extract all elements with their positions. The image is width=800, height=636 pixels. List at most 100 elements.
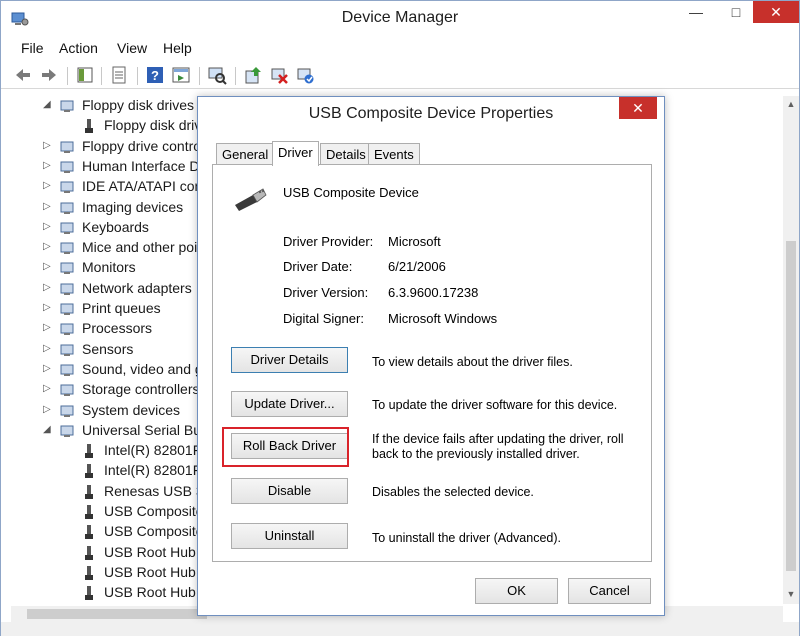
close-button[interactable]: ✕ xyxy=(753,1,799,23)
usb-plug-icon xyxy=(235,188,267,211)
tree-item[interactable]: ▷ Floppy drive contro xyxy=(11,137,211,157)
tree-item[interactable]: ▷ IDE ATA/ATAPI contr xyxy=(11,177,211,197)
device-icon xyxy=(85,484,93,499)
maximize-button[interactable]: □ xyxy=(719,1,753,23)
update-driver-desc: To update the driver software for this d… xyxy=(372,398,618,412)
tree-item-label: Processors xyxy=(82,320,153,337)
device-icon xyxy=(85,119,93,134)
scrollbar-thumb[interactable] xyxy=(786,241,796,571)
collapsed-arrow-icon[interactable]: ▷ xyxy=(43,302,53,313)
driver-version-value: 6.3.9600.17238 xyxy=(388,285,479,300)
toolbar-separator xyxy=(67,67,68,85)
show-hide-tree-icon[interactable] xyxy=(75,65,95,85)
tree-item[interactable]: ▷ System devices xyxy=(11,401,211,421)
collapsed-arrow-icon[interactable]: ▷ xyxy=(43,221,53,232)
tree-item[interactable]: Intel(R) 82801FB xyxy=(11,461,211,481)
collapsed-arrow-icon[interactable]: ▷ xyxy=(43,201,53,212)
vertical-scrollbar[interactable]: ▲ ▼ xyxy=(783,96,799,604)
tree-item[interactable]: ▷ Mice and other poi xyxy=(11,238,211,258)
tree-item[interactable]: ▷ Sensors xyxy=(11,340,211,360)
device-icon xyxy=(85,525,93,540)
tree-item[interactable]: ▷ Sound, video and ga xyxy=(11,360,211,380)
back-arrow-icon[interactable] xyxy=(13,65,33,85)
view-icon[interactable] xyxy=(171,65,191,85)
title-bar: Device Manager — □ ✕ xyxy=(1,1,799,37)
driver-tab-panel: USB Composite Device Driver Provider: Mi… xyxy=(212,164,652,562)
scroll-up-arrow-icon[interactable]: ▲ xyxy=(783,96,799,112)
tree-item[interactable]: Intel(R) 82801FB xyxy=(11,441,211,461)
tab-events[interactable]: Events xyxy=(368,143,420,165)
tree-item[interactable]: ▷ Print queues xyxy=(11,299,211,319)
uninstall-icon[interactable] xyxy=(269,65,289,85)
tree-item-label: Print queues xyxy=(82,300,161,316)
collapsed-arrow-icon[interactable]: ▷ xyxy=(43,180,53,191)
roll-back-driver-desc: If the device fails after updating the d… xyxy=(372,432,624,461)
collapsed-arrow-icon[interactable]: ▷ xyxy=(43,282,53,293)
collapsed-arrow-icon[interactable]: ▷ xyxy=(43,343,53,354)
tree-item[interactable]: ▷ Processors xyxy=(11,319,211,339)
driver-details-button[interactable]: Driver Details xyxy=(231,347,348,373)
collapsed-arrow-icon[interactable]: ▷ xyxy=(43,322,53,333)
device-category-icon xyxy=(60,425,74,437)
tree-item[interactable]: ◢ Universal Serial Bus xyxy=(11,421,211,441)
forward-arrow-icon[interactable] xyxy=(39,65,59,85)
tree-item[interactable]: USB Root Hub xyxy=(11,563,211,583)
tree-item[interactable]: ▷ Storage controllers xyxy=(11,380,211,400)
dialog-close-button[interactable]: ✕ xyxy=(619,97,657,119)
tree-item[interactable]: USB Composite xyxy=(11,522,211,542)
tree-item-label: Universal Serial Bus xyxy=(82,421,209,438)
menu-action[interactable]: Action xyxy=(59,40,98,56)
collapsed-arrow-icon[interactable]: ▷ xyxy=(43,241,53,252)
tree-item[interactable]: USB Root Hub (x xyxy=(11,583,211,603)
scrollbar-thumb[interactable] xyxy=(27,609,207,619)
properties-icon[interactable] xyxy=(109,65,129,85)
uninstall-button[interactable]: Uninstall xyxy=(231,523,348,549)
toolbar-separator xyxy=(137,67,138,85)
toolbar-separator xyxy=(199,67,200,85)
scroll-down-arrow-icon[interactable]: ▼ xyxy=(783,586,799,602)
toolbar-separator xyxy=(101,67,102,85)
expanded-arrow-icon[interactable]: ◢ xyxy=(43,424,53,435)
tree-item-label: Keyboards xyxy=(82,218,149,235)
enable-device-icon[interactable] xyxy=(295,65,315,85)
update-driver-button[interactable]: Update Driver... xyxy=(231,391,348,417)
update-driver-icon[interactable] xyxy=(243,65,263,85)
collapsed-arrow-icon[interactable]: ▷ xyxy=(43,140,53,151)
menu-help[interactable]: Help xyxy=(163,40,192,56)
tree-item[interactable]: USB Root Hub xyxy=(11,543,211,563)
device-category-icon xyxy=(60,141,74,153)
tree-item[interactable]: ▷ Network adapters xyxy=(11,279,211,299)
device-category-icon xyxy=(60,303,74,315)
device-category-icon xyxy=(60,161,74,173)
collapsed-arrow-icon[interactable]: ▷ xyxy=(43,383,53,394)
disable-button[interactable]: Disable xyxy=(231,478,348,504)
tree-item[interactable]: USB Composite xyxy=(11,502,211,522)
device-category-icon xyxy=(60,242,74,255)
tree-item-label: Intel(R) 82801FB xyxy=(104,442,211,459)
cancel-button[interactable]: Cancel xyxy=(568,578,651,604)
tree-item[interactable]: ▷ Imaging devices xyxy=(11,198,211,218)
tree-item[interactable]: ◢ Floppy disk drives xyxy=(11,96,211,116)
tree-item-label: USB Root Hub (x xyxy=(104,584,212,601)
help-icon[interactable]: ? xyxy=(145,65,165,85)
scan-hardware-icon[interactable] xyxy=(207,65,227,85)
tree-item[interactable]: Floppy disk driv xyxy=(11,116,211,136)
collapsed-arrow-icon[interactable]: ▷ xyxy=(43,261,53,272)
tree-item[interactable]: ▷ Human Interface De xyxy=(11,157,211,177)
collapsed-arrow-icon[interactable]: ▷ xyxy=(43,404,53,415)
tab-general[interactable]: General xyxy=(216,143,275,165)
tab-details[interactable]: Details xyxy=(320,143,372,165)
tree-item[interactable]: Renesas USB 3.0 xyxy=(11,482,215,502)
tree-item[interactable]: ▷ Monitors xyxy=(11,258,211,278)
collapsed-arrow-icon[interactable]: ▷ xyxy=(43,160,53,171)
menu-file[interactable]: File xyxy=(21,40,44,56)
menu-view[interactable]: View xyxy=(117,40,147,56)
collapsed-arrow-icon[interactable]: ▷ xyxy=(43,363,53,374)
ok-button[interactable]: OK xyxy=(475,578,558,604)
tab-strip: General Driver Details Events xyxy=(212,141,652,166)
tree-item[interactable]: ▷ Keyboards xyxy=(11,218,211,238)
minimize-button[interactable]: — xyxy=(679,1,713,23)
expanded-arrow-icon[interactable]: ◢ xyxy=(43,99,53,110)
device-category-icon xyxy=(60,364,74,376)
tab-driver[interactable]: Driver xyxy=(272,141,319,166)
